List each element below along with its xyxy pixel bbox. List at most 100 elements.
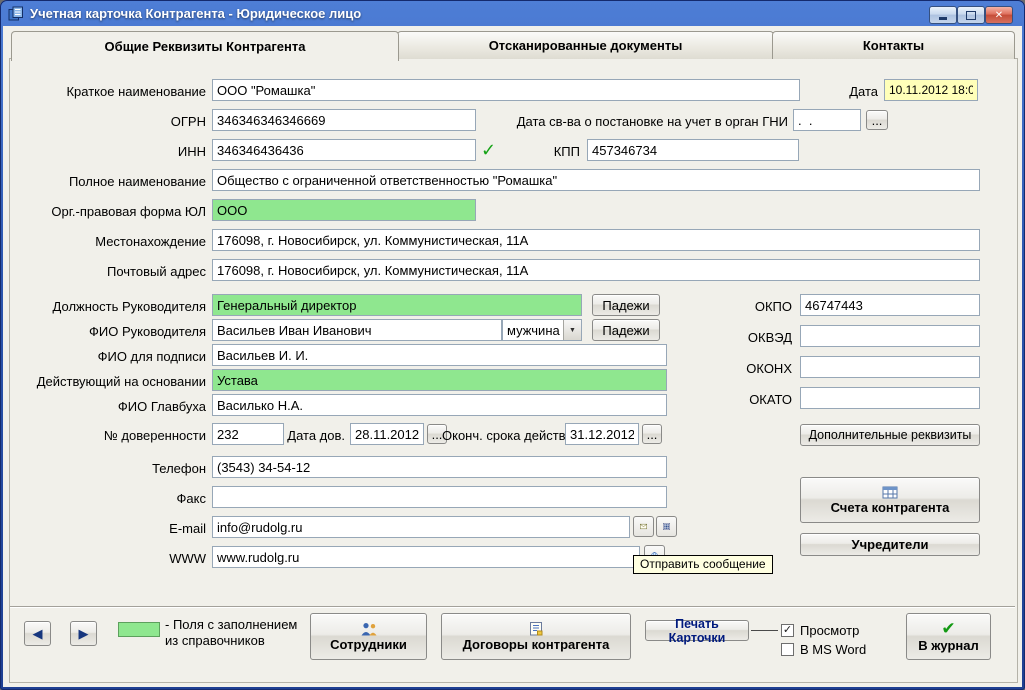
head-name-cases-button[interactable]: Падежи	[592, 319, 660, 341]
ogrn-label: ОГРН	[10, 114, 206, 129]
head-position-input[interactable]	[212, 294, 582, 316]
gni-reg-date-label: Дата св-ва о постановке на учет в орган …	[478, 114, 788, 129]
head-position-cases-button[interactable]: Падежи	[592, 294, 660, 316]
close-button[interactable]: ✕	[985, 6, 1013, 24]
employees-button[interactable]: Сотрудники	[310, 613, 427, 660]
location-label: Местонахождение	[10, 234, 206, 249]
app-window: Учетная карточка Контрагента - Юридическ…	[0, 0, 1025, 690]
send-email-button[interactable]	[633, 516, 654, 537]
connector-line	[751, 630, 778, 631]
email-input[interactable]	[212, 516, 630, 538]
phone-label: Телефон	[10, 461, 206, 476]
tab-contacts[interactable]: Контакты	[772, 31, 1015, 59]
location-input[interactable]	[212, 229, 980, 251]
tooltip: Отправить сообщение	[633, 555, 773, 574]
short-name-label: Краткое наименование	[10, 84, 206, 99]
legend-text: - Поля с заполнением из справочников	[165, 617, 313, 649]
chief-accountant-input[interactable]	[212, 394, 667, 416]
okato-input[interactable]	[800, 387, 980, 409]
next-record-button[interactable]: ▶	[70, 621, 97, 646]
tab-general-details[interactable]: Общие Реквизиты Контрагента	[11, 31, 399, 61]
document-icon	[529, 621, 544, 636]
signature-name-label: ФИО для подписи	[10, 349, 206, 364]
prev-record-button[interactable]: ◀	[24, 621, 51, 646]
titlebar[interactable]: Учетная карточка Контрагента - Юридическ…	[0, 0, 1025, 26]
card-date-input[interactable]	[884, 79, 978, 101]
additional-details-button[interactable]: Дополнительные реквизиты	[800, 424, 980, 446]
poa-expiry-input[interactable]	[565, 423, 639, 445]
inn-label: ИНН	[10, 144, 206, 159]
minimize-icon	[939, 17, 947, 20]
poa-number-label: № доверенности	[10, 428, 206, 443]
window-title: Учетная карточка Контрагента - Юридическ…	[30, 6, 361, 21]
gender-select-value: мужчина	[503, 320, 563, 340]
email-label: E-mail	[10, 521, 206, 536]
okpo-label: ОКПО	[692, 299, 792, 314]
head-name-input[interactable]	[212, 319, 502, 341]
www-input[interactable]	[212, 546, 640, 568]
to-journal-button[interactable]: ✔ В журнал	[906, 613, 991, 660]
people-icon	[360, 622, 378, 636]
msword-checkbox[interactable]	[781, 643, 794, 656]
gni-reg-date-input[interactable]	[793, 109, 861, 131]
acting-basis-input[interactable]	[212, 369, 667, 391]
full-name-label: Полное наименование	[10, 174, 206, 189]
poa-number-input[interactable]	[212, 423, 284, 445]
poa-date-input[interactable]	[350, 423, 424, 445]
poa-date-label: Дата дов.	[285, 428, 345, 443]
inn-input[interactable]	[212, 139, 476, 161]
okved-label: ОКВЭД	[692, 330, 792, 345]
fax-input[interactable]	[212, 486, 667, 508]
maximize-button[interactable]	[957, 6, 985, 24]
arrow-right-icon: ▶	[79, 627, 89, 640]
okonh-input[interactable]	[800, 356, 980, 378]
maximize-icon	[966, 11, 976, 20]
acting-basis-label: Действующий на основании	[10, 374, 206, 389]
okonh-label: ОКОНХ	[692, 361, 792, 376]
okpo-input[interactable]	[800, 294, 980, 316]
ogrn-input[interactable]	[212, 109, 476, 131]
email-address-book-button[interactable]	[656, 516, 677, 537]
head-name-label: ФИО Руководителя	[10, 324, 206, 339]
gender-select[interactable]: мужчина ▼	[502, 319, 582, 341]
green-check-icon: ✔	[941, 620, 955, 637]
legal-form-input[interactable]	[212, 199, 476, 221]
card-date-label: Дата	[816, 84, 878, 99]
okato-label: ОКАТО	[692, 392, 792, 407]
signature-name-input[interactable]	[212, 344, 667, 366]
poa-expiry-label: Оконч. срока действ.	[442, 428, 562, 443]
chief-accountant-label: ФИО Главбуха	[10, 399, 206, 414]
minimize-button[interactable]	[929, 6, 957, 24]
footer-separator	[10, 606, 1015, 608]
green-field-legend-swatch	[118, 622, 160, 637]
short-name-input[interactable]	[212, 79, 800, 101]
kpp-label: КПП	[518, 144, 580, 159]
counterparty-accounts-button[interactable]: Счета контрагента	[800, 477, 980, 523]
envelope-icon	[640, 521, 647, 532]
chevron-down-icon: ▼	[563, 320, 581, 340]
preview-checkbox[interactable]: ✓	[781, 624, 794, 637]
head-position-label: Должность Руководителя	[10, 299, 206, 314]
www-label: WWW	[10, 551, 206, 566]
app-icon	[8, 6, 24, 21]
print-card-button[interactable]: Печать Карточки	[645, 620, 749, 641]
tab-scanned-documents[interactable]: Отсканированные документы	[397, 31, 774, 59]
full-name-input[interactable]	[212, 169, 980, 191]
msword-checkbox-label: В MS Word	[800, 642, 866, 657]
fax-label: Факс	[10, 491, 206, 506]
gni-reg-date-more-button[interactable]: ...	[866, 110, 888, 130]
grid-icon	[663, 520, 670, 533]
counterparty-contracts-button[interactable]: Договоры контрагента	[441, 613, 631, 660]
founders-button[interactable]: Учредители	[800, 533, 980, 556]
arrow-left-icon: ◀	[33, 627, 43, 640]
close-icon: ✕	[995, 10, 1003, 21]
accounts-table-icon	[882, 486, 898, 499]
kpp-input[interactable]	[587, 139, 799, 161]
checkbox-check-icon: ✓	[783, 625, 792, 636]
poa-expiry-more-button[interactable]: ...	[642, 424, 662, 444]
okved-input[interactable]	[800, 325, 980, 347]
postal-address-label: Почтовый адрес	[10, 264, 206, 279]
inn-valid-check-icon: ✓	[481, 141, 496, 159]
phone-input[interactable]	[212, 456, 667, 478]
postal-address-input[interactable]	[212, 259, 980, 281]
